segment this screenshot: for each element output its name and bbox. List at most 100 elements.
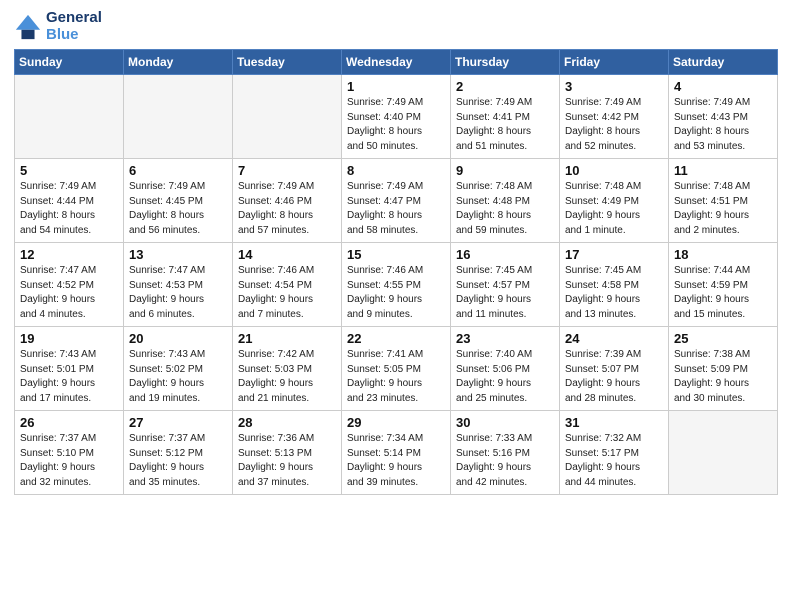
logo-area: General Blue bbox=[14, 10, 102, 43]
day-number: 9 bbox=[456, 163, 554, 178]
calendar-header: SundayMondayTuesdayWednesdayThursdayFrid… bbox=[15, 50, 778, 75]
day-number: 16 bbox=[456, 247, 554, 262]
weekday-sunday: Sunday bbox=[15, 50, 124, 75]
day-number: 20 bbox=[129, 331, 227, 346]
calendar-cell: 3 Sunrise: 7:49 AM Sunset: 4:42 PM Daylig… bbox=[560, 75, 669, 159]
day-info: Sunrise: 7:37 AM Sunset: 5:10 PM Dayligh… bbox=[20, 432, 118, 490]
day-info: Sunrise: 7:32 AM Sunset: 5:17 PM Dayligh… bbox=[565, 432, 663, 490]
day-info: Sunrise: 7:39 AM Sunset: 5:07 PM Dayligh… bbox=[565, 348, 663, 406]
calendar-cell: 13 Sunrise: 7:47 AM Sunset: 4:53 PM Dayli… bbox=[124, 243, 233, 327]
day-info: Sunrise: 7:33 AM Sunset: 5:16 PM Dayligh… bbox=[456, 432, 554, 490]
calendar-cell: 2 Sunrise: 7:49 AM Sunset: 4:41 PM Daylig… bbox=[451, 75, 560, 159]
calendar-cell: 14Sunrise: 7:46 AM Sunset: 4:54 PM Dayli… bbox=[233, 243, 342, 327]
calendar-week-0: 1Sunrise: 7:49 AM Sunset: 4:40 PM Daylig… bbox=[15, 75, 778, 159]
day-info: Sunrise: 7:49 AM Sunset: 4:44 PM Dayligh… bbox=[20, 180, 118, 238]
day-info: Sunrise: 7:44 AM Sunset: 4:59 PM Dayligh… bbox=[674, 264, 772, 322]
header: General Blue bbox=[14, 10, 778, 43]
weekday-thursday: Thursday bbox=[451, 50, 560, 75]
day-info: Sunrise: 7:45 AM Sunset: 4:57 PM Dayligh… bbox=[456, 264, 554, 322]
day-number: 30 bbox=[456, 415, 554, 430]
day-number: 18 bbox=[674, 247, 772, 262]
calendar-table: SundayMondayTuesdayWednesdayThursdayFrid… bbox=[14, 49, 778, 495]
calendar-cell: 22 Sunrise: 7:41 AM Sunset: 5:05 PM Dayli… bbox=[342, 327, 451, 411]
day-info: Sunrise: 7:43 AM Sunset: 5:01 PM Dayligh… bbox=[20, 348, 118, 406]
calendar-cell: 26 Sunrise: 7:37 AM Sunset: 5:10 PM Dayli… bbox=[15, 411, 124, 495]
calendar-cell: 24 Sunrise: 7:39 AM Sunset: 5:07 PM Dayli… bbox=[560, 327, 669, 411]
page: General Blue SundayMondayTuesdayWednesda… bbox=[0, 0, 792, 612]
calendar-cell: 11 Sunrise: 7:48 AM Sunset: 4:51 PM Dayli… bbox=[669, 159, 778, 243]
calendar-cell bbox=[15, 75, 124, 159]
day-number: 8 bbox=[347, 163, 445, 178]
calendar-cell: 20Sunrise: 7:43 AM Sunset: 5:02 PM Dayli… bbox=[124, 327, 233, 411]
day-number: 31 bbox=[565, 415, 663, 430]
day-info: Sunrise: 7:49 AM Sunset: 4:46 PM Dayligh… bbox=[238, 180, 336, 238]
calendar-cell: 4 Sunrise: 7:49 AM Sunset: 4:43 PM Daylig… bbox=[669, 75, 778, 159]
day-info: Sunrise: 7:49 AM Sunset: 4:47 PM Dayligh… bbox=[347, 180, 445, 238]
calendar-cell: 31 Sunrise: 7:32 AM Sunset: 5:17 PM Dayli… bbox=[560, 411, 669, 495]
day-number: 3 bbox=[565, 79, 663, 94]
day-number: 22 bbox=[347, 331, 445, 346]
calendar-week-3: 19 Sunrise: 7:43 AM Sunset: 5:01 PM Dayli… bbox=[15, 327, 778, 411]
day-number: 29 bbox=[347, 415, 445, 430]
day-info: Sunrise: 7:34 AM Sunset: 5:14 PM Dayligh… bbox=[347, 432, 445, 490]
day-info: Sunrise: 7:49 AM Sunset: 4:43 PM Dayligh… bbox=[674, 96, 772, 154]
day-info: Sunrise: 7:48 AM Sunset: 4:49 PM Dayligh… bbox=[565, 180, 663, 238]
day-number: 19 bbox=[20, 331, 118, 346]
day-number: 24 bbox=[565, 331, 663, 346]
day-number: 1 bbox=[347, 79, 445, 94]
day-info: Sunrise: 7:49 AM Sunset: 4:45 PM Dayligh… bbox=[129, 180, 227, 238]
calendar-cell: 19 Sunrise: 7:43 AM Sunset: 5:01 PM Dayli… bbox=[15, 327, 124, 411]
day-number: 6 bbox=[129, 163, 227, 178]
day-info: Sunrise: 7:36 AM Sunset: 5:13 PM Dayligh… bbox=[238, 432, 336, 490]
calendar-cell bbox=[669, 411, 778, 495]
day-number: 13 bbox=[129, 247, 227, 262]
logo-icon bbox=[14, 13, 42, 41]
calendar-cell: 1Sunrise: 7:49 AM Sunset: 4:40 PM Daylig… bbox=[342, 75, 451, 159]
calendar-cell: 7 Sunrise: 7:49 AM Sunset: 4:46 PM Daylig… bbox=[233, 159, 342, 243]
calendar-cell: 25Sunrise: 7:38 AM Sunset: 5:09 PM Dayli… bbox=[669, 327, 778, 411]
day-number: 26 bbox=[20, 415, 118, 430]
calendar-cell: 30 Sunrise: 7:33 AM Sunset: 5:16 PM Dayli… bbox=[451, 411, 560, 495]
day-info: Sunrise: 7:37 AM Sunset: 5:12 PM Dayligh… bbox=[129, 432, 227, 490]
day-number: 7 bbox=[238, 163, 336, 178]
day-number: 4 bbox=[674, 79, 772, 94]
day-info: Sunrise: 7:46 AM Sunset: 4:54 PM Dayligh… bbox=[238, 264, 336, 322]
logo-text: General Blue bbox=[46, 10, 102, 43]
day-info: Sunrise: 7:47 AM Sunset: 4:53 PM Dayligh… bbox=[129, 264, 227, 322]
calendar-cell: 18 Sunrise: 7:44 AM Sunset: 4:59 PM Dayli… bbox=[669, 243, 778, 327]
calendar-cell: 16 Sunrise: 7:45 AM Sunset: 4:57 PM Dayli… bbox=[451, 243, 560, 327]
day-number: 12 bbox=[20, 247, 118, 262]
weekday-wednesday: Wednesday bbox=[342, 50, 451, 75]
calendar-cell: 29 Sunrise: 7:34 AM Sunset: 5:14 PM Dayli… bbox=[342, 411, 451, 495]
calendar-cell: 23Sunrise: 7:40 AM Sunset: 5:06 PM Dayli… bbox=[451, 327, 560, 411]
day-number: 11 bbox=[674, 163, 772, 178]
calendar-cell: 5 Sunrise: 7:49 AM Sunset: 4:44 PM Daylig… bbox=[15, 159, 124, 243]
day-number: 2 bbox=[456, 79, 554, 94]
calendar-cell bbox=[124, 75, 233, 159]
day-info: Sunrise: 7:45 AM Sunset: 4:58 PM Dayligh… bbox=[565, 264, 663, 322]
day-info: Sunrise: 7:49 AM Sunset: 4:42 PM Dayligh… bbox=[565, 96, 663, 154]
weekday-header-row: SundayMondayTuesdayWednesdayThursdayFrid… bbox=[15, 50, 778, 75]
calendar-cell: 27Sunrise: 7:37 AM Sunset: 5:12 PM Dayli… bbox=[124, 411, 233, 495]
day-number: 5 bbox=[20, 163, 118, 178]
calendar-body: 1Sunrise: 7:49 AM Sunset: 4:40 PM Daylig… bbox=[15, 75, 778, 495]
day-info: Sunrise: 7:48 AM Sunset: 4:51 PM Dayligh… bbox=[674, 180, 772, 238]
day-info: Sunrise: 7:47 AM Sunset: 4:52 PM Dayligh… bbox=[20, 264, 118, 322]
day-info: Sunrise: 7:49 AM Sunset: 4:41 PM Dayligh… bbox=[456, 96, 554, 154]
calendar-cell: 21Sunrise: 7:42 AM Sunset: 5:03 PM Dayli… bbox=[233, 327, 342, 411]
weekday-monday: Monday bbox=[124, 50, 233, 75]
day-info: Sunrise: 7:48 AM Sunset: 4:48 PM Dayligh… bbox=[456, 180, 554, 238]
day-number: 25 bbox=[674, 331, 772, 346]
day-info: Sunrise: 7:41 AM Sunset: 5:05 PM Dayligh… bbox=[347, 348, 445, 406]
weekday-saturday: Saturday bbox=[669, 50, 778, 75]
calendar-cell: 6 Sunrise: 7:49 AM Sunset: 4:45 PM Daylig… bbox=[124, 159, 233, 243]
day-number: 28 bbox=[238, 415, 336, 430]
day-number: 23 bbox=[456, 331, 554, 346]
day-info: Sunrise: 7:46 AM Sunset: 4:55 PM Dayligh… bbox=[347, 264, 445, 322]
calendar-week-1: 5 Sunrise: 7:49 AM Sunset: 4:44 PM Daylig… bbox=[15, 159, 778, 243]
calendar-week-2: 12 Sunrise: 7:47 AM Sunset: 4:52 PM Dayli… bbox=[15, 243, 778, 327]
weekday-friday: Friday bbox=[560, 50, 669, 75]
day-number: 15 bbox=[347, 247, 445, 262]
calendar-cell: 9 Sunrise: 7:48 AM Sunset: 4:48 PM Daylig… bbox=[451, 159, 560, 243]
calendar-cell: 10Sunrise: 7:48 AM Sunset: 4:49 PM Dayli… bbox=[560, 159, 669, 243]
